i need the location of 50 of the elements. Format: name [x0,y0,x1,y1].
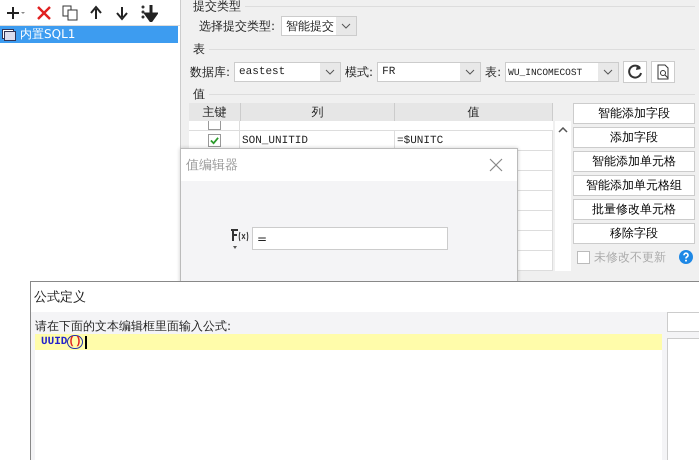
action-button[interactable]: 移除字段 [573,223,695,244]
scroll-up-icon[interactable] [558,127,568,133]
field-label: 表: [485,64,502,80]
chevron-icon [325,69,336,75]
field-label: 模式: [345,64,374,80]
scrollbar[interactable] [555,121,571,271]
document-search-icon [655,64,672,80]
field-label: 选择提交类型: [199,18,276,34]
search-field[interactable] [667,312,699,332]
move-up-icon[interactable] [88,4,104,20]
move-bottom-icon[interactable] [140,4,158,22]
refresh-button[interactable] [623,61,648,83]
refresh-icon [627,64,644,80]
chevron-icon [603,69,614,75]
sql-icon [2,28,16,40]
help-icon[interactable] [679,250,693,264]
action-button[interactable]: 智能添加字段 [573,103,695,124]
checkbox[interactable] [208,134,220,147]
action-button[interactable]: 智能添加单元格 [573,151,695,172]
schema-dropdown[interactable]: FR [377,62,482,82]
chevron-icon [465,69,476,75]
section-title: 提交类型 [193,0,241,15]
formula-editor[interactable]: UUID() [35,334,662,460]
dialog-title: 公式定义 [34,289,86,306]
action-button[interactable]: 智能添加单元格组 [573,175,695,196]
section-title: 值 [193,86,205,103]
section-title: 表 [193,41,205,58]
field-label: 数据库: [190,64,230,80]
checkbox-label: 未修改不更新 [594,248,666,266]
chevron-icon [341,23,352,29]
table-cell: =$UNITC [397,134,444,146]
submit-type-dropdown[interactable]: 智能提交 [281,16,358,36]
column-header[interactable]: 值 [395,103,553,121]
database-dropdown[interactable]: eastest [234,62,342,82]
column-header[interactable]: 列 [240,103,396,121]
dialog-title: 值编辑器 [186,157,238,174]
formula-field[interactable]: = [252,227,448,250]
action-button[interactable]: 添加字段 [573,127,695,148]
instruction-text: 请在下面的文本编辑框里面输入公式: [35,318,232,334]
move-down-icon[interactable] [114,4,130,20]
add-icon[interactable] [6,4,26,20]
table-dropdown[interactable]: WU_INCOMECOST [505,62,620,82]
check-icon [210,136,218,145]
close-icon[interactable] [489,158,503,172]
delete-icon[interactable] [36,4,52,20]
preview-button[interactable] [651,61,676,83]
action-button[interactable]: 批量修改单元格 [573,199,695,220]
table-cell: SON_UNITID [242,134,308,146]
copy-icon[interactable] [62,4,78,20]
formula-icon[interactable] [230,228,250,250]
